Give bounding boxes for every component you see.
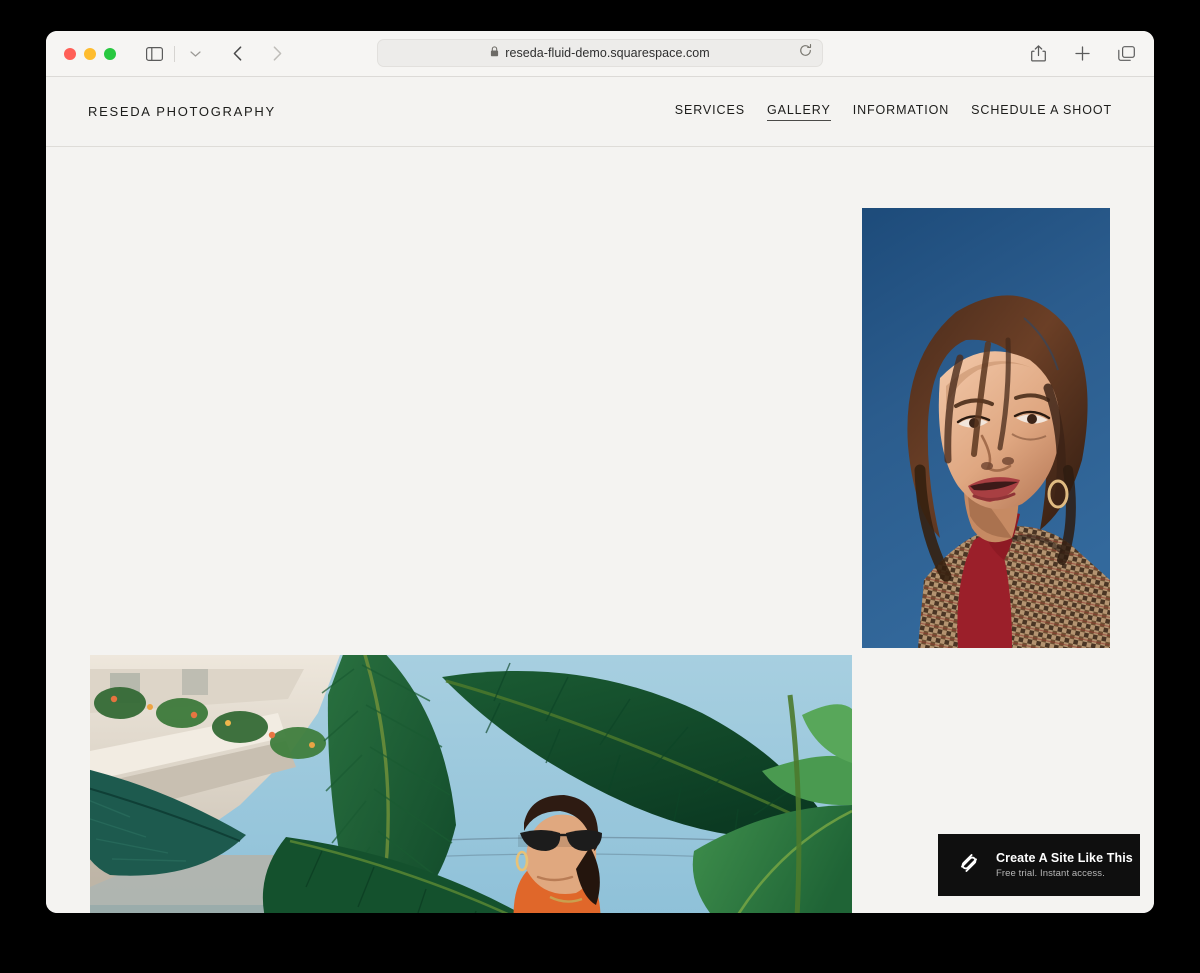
squarespace-logo-icon	[956, 850, 982, 881]
share-icon[interactable]	[1024, 41, 1052, 67]
site-navigation: SERVICES GALLERY INFORMATION SCHEDULE A …	[675, 103, 1112, 121]
lock-icon	[490, 44, 499, 62]
chevron-down-icon[interactable]	[181, 41, 209, 67]
promo-title: Create A Site Like This	[996, 851, 1133, 865]
toolbar-left-group	[140, 41, 209, 67]
nav-item-gallery[interactable]: GALLERY	[766, 103, 831, 121]
gallery-grid: Create A Site Like This Free trial. Inst…	[46, 147, 1154, 913]
nav-item-schedule-a-shoot[interactable]: SCHEDULE A SHOOT	[971, 103, 1112, 121]
browser-toolbar: reseda-fluid-demo.squarespace.com	[46, 31, 1154, 77]
url-text: reseda-fluid-demo.squarespace.com	[505, 46, 710, 60]
browser-window: reseda-fluid-demo.squarespace.com RESEDA…	[46, 31, 1154, 913]
navigation-arrows	[223, 41, 291, 67]
nav-item-information[interactable]: INFORMATION	[853, 103, 949, 121]
promo-text: Create A Site Like This Free trial. Inst…	[996, 851, 1133, 879]
nav-item-services[interactable]: SERVICES	[675, 103, 745, 121]
gallery-image-banana-leaves[interactable]	[90, 655, 852, 913]
site-brand[interactable]: RESEDA PHOTOGRAPHY	[88, 104, 276, 119]
close-window-button[interactable]	[64, 47, 76, 60]
squarespace-promo-banner[interactable]: Create A Site Like This Free trial. Inst…	[938, 834, 1140, 896]
tab-overview-icon[interactable]	[1112, 41, 1140, 67]
toolbar-divider	[174, 45, 175, 62]
address-bar[interactable]: reseda-fluid-demo.squarespace.com	[377, 39, 823, 67]
toolbar-right-group	[1024, 41, 1140, 67]
webpage-viewport: RESEDA PHOTOGRAPHY SERVICES GALLERY INFO…	[46, 77, 1154, 913]
minimize-window-button[interactable]	[84, 47, 96, 60]
site-header: RESEDA PHOTOGRAPHY SERVICES GALLERY INFO…	[46, 77, 1154, 147]
sidebar-icon[interactable]	[140, 41, 168, 67]
reload-icon[interactable]	[799, 44, 812, 62]
address-bar-content: reseda-fluid-demo.squarespace.com	[490, 44, 710, 62]
plus-icon[interactable]	[1068, 41, 1096, 67]
maximize-window-button[interactable]	[104, 47, 116, 60]
gallery-image-portrait-sky[interactable]	[862, 208, 1110, 648]
back-button[interactable]	[223, 41, 251, 67]
forward-button[interactable]	[263, 41, 291, 67]
window-controls	[64, 47, 116, 60]
promo-subtitle: Free trial. Instant access.	[996, 868, 1105, 879]
